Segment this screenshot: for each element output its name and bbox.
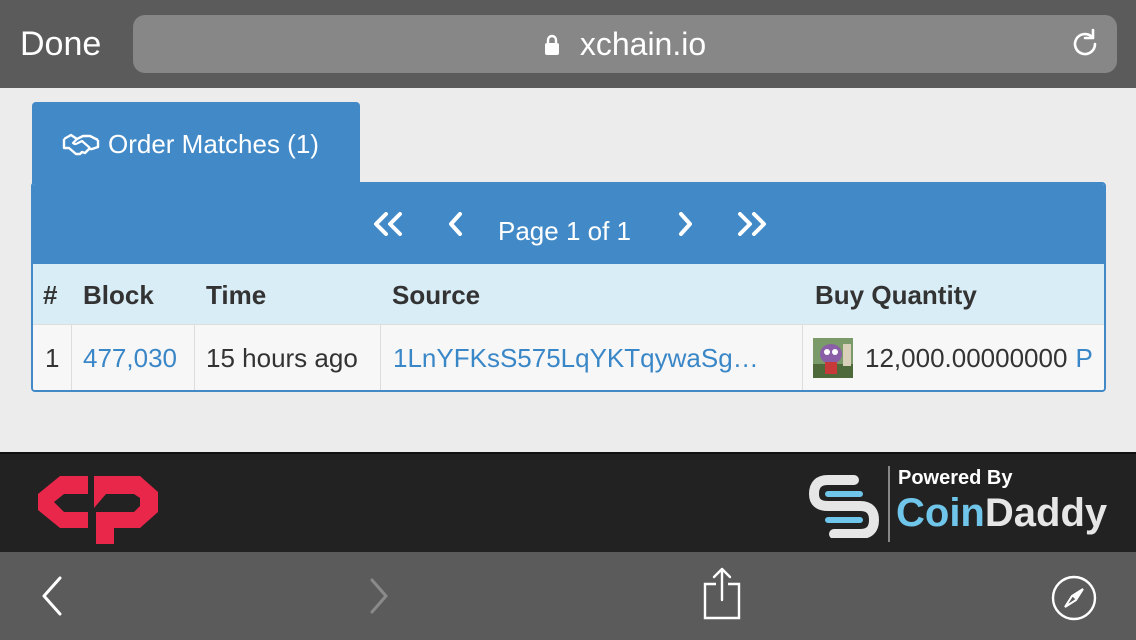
column-header-buy-quantity[interactable]: Buy Quantity	[815, 280, 977, 310]
column-header-time[interactable]: Time	[206, 280, 266, 310]
brand-coin: Coin	[896, 491, 985, 535]
handshake-icon	[62, 133, 100, 156]
reload-icon[interactable]	[1069, 28, 1101, 60]
logo-divider	[888, 466, 890, 542]
share-icon[interactable]	[702, 566, 742, 620]
tab-label: Order Matches (1)	[108, 128, 319, 159]
last-page-icon[interactable]	[730, 212, 770, 236]
brand-daddy: Daddy	[984, 491, 1108, 535]
page-indicator: Page 1 of 1	[498, 216, 631, 246]
buy-quantity-value: 12,000.00000000	[865, 342, 1068, 373]
browser-bottom-toolbar	[0, 552, 1136, 640]
compass-icon[interactable]	[1050, 574, 1098, 622]
row-number: 1	[45, 342, 60, 373]
cell-divider	[71, 325, 72, 390]
cell-divider	[380, 325, 381, 390]
buy-quantity-cell: 12,000.00000000 P	[813, 325, 1093, 390]
table-row: 1 477,030 15 hours ago 1LnYFKsS575LqYKTq…	[33, 324, 1104, 390]
column-header-block[interactable]: Block	[83, 280, 154, 310]
counterparty-logo[interactable]	[30, 468, 160, 546]
cell-divider	[802, 325, 803, 390]
first-page-icon[interactable]	[370, 212, 410, 236]
address-bar[interactable]: xchain.io	[133, 15, 1117, 73]
prev-page-icon[interactable]	[446, 212, 466, 236]
block-link[interactable]: 477,030	[83, 325, 177, 390]
site-footer: Powered By CoinDaddy	[0, 452, 1136, 552]
table-header: # Block Time Source Buy Quantity	[33, 264, 1104, 324]
lock-icon	[544, 34, 559, 55]
tab-order-matches[interactable]: Order Matches (1)	[32, 102, 360, 186]
column-header-number: #	[43, 280, 58, 310]
coindaddy-logo-mark	[808, 475, 880, 538]
column-header-source[interactable]: Source	[392, 280, 480, 310]
asset-icon[interactable]	[813, 338, 853, 378]
powered-by-text: Powered By	[898, 467, 1013, 489]
browser-top-bar: Done xchain.io	[0, 0, 1136, 88]
cell-divider	[194, 325, 195, 390]
url-text: xchain.io	[579, 26, 707, 62]
back-icon[interactable]	[40, 576, 64, 616]
forward-icon[interactable]	[368, 578, 390, 614]
time-cell: 15 hours ago	[206, 342, 358, 373]
address-bar-content: xchain.io	[133, 15, 1117, 73]
done-button[interactable]: Done	[20, 24, 101, 64]
buy-asset-link[interactable]: P	[1075, 343, 1092, 374]
pagination-bar: Page 1 of 1	[33, 184, 1104, 264]
source-address-link[interactable]: 1LnYFKsS575LqYKTqywaSg…	[393, 325, 759, 390]
order-matches-panel: Page 1 of 1 # Block Time Source Buy Quan…	[31, 182, 1106, 392]
next-page-icon[interactable]	[675, 212, 695, 236]
coindaddy-wordmark[interactable]: CoinDaddy	[896, 490, 1107, 536]
